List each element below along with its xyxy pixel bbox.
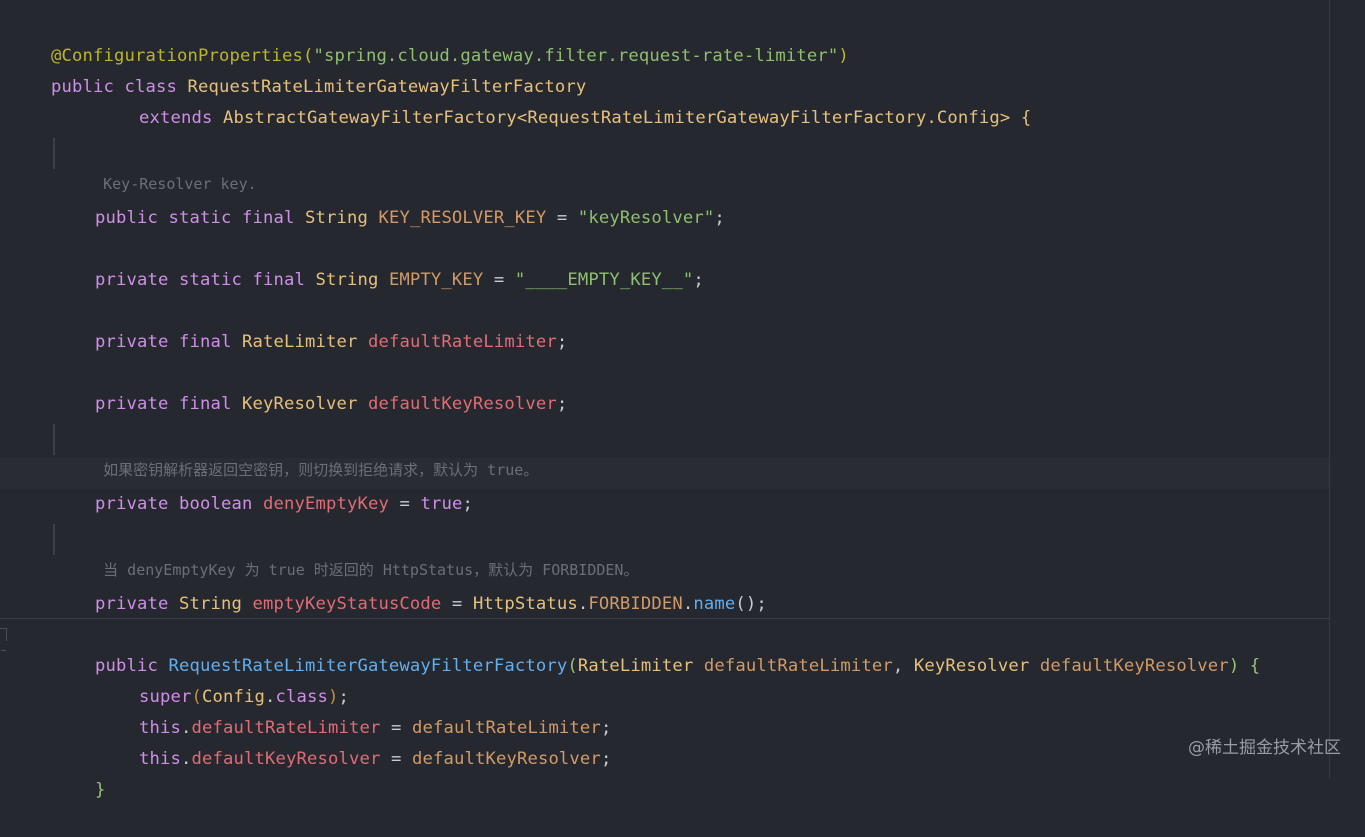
param-token: defaultRateLimiter [703,656,893,676]
semicolon-token: ; [756,594,767,614]
right-margin-guide [1329,0,1330,779]
operator-token: = [441,594,473,614]
field-token: defaultKeyResolver [367,394,557,414]
code-editor[interactable]: @ConfigurationProperties("spring.cloud.g… [0,0,1365,800]
type-token: String [178,594,253,614]
keyword-token: private final [95,332,242,352]
operator-token: = [483,270,515,290]
method-token: name [693,594,736,614]
code-line-constructor[interactable]: public RequestRateLimiterGatewayFilterFa… [53,620,1260,676]
code-line-class-decl[interactable]: public class RequestRateLimiterGatewayFi… [9,41,586,97]
keyword-token: private boolean [95,494,263,514]
code-line-assign-rate-limiter[interactable]: this.defaultRateLimiter = defaultRateLim… [97,682,611,738]
semicolon-token: ; [693,270,704,290]
code-line-annotation[interactable]: @ConfigurationProperties("spring.cloud.g… [9,10,849,66]
semicolon-token: ; [600,749,612,769]
operator-token: = [546,208,578,228]
constant-token: KEY_RESOLVER_KEY [378,208,547,228]
doc-comment-empty-key-status: 当 denyEmptyKey 为 true 时返回的 HttpStatus，默认… [53,524,638,579]
semicolon-token: ; [556,394,568,414]
type-token: String [315,270,389,290]
dot-token: . [577,594,589,614]
semicolon-token: ; [556,332,568,352]
field-token: defaultRateLimiter [367,332,557,352]
comma-token: , [892,656,914,676]
keyword-token: extends [139,108,223,128]
class-name-token: HttpStatus [472,594,578,614]
constant-token: EMPTY_KEY [388,270,484,290]
watermark-text: @稀土掘金技术社区 [1188,738,1341,758]
constant-token: FORBIDDEN [588,594,683,614]
literal-token: true [420,494,463,514]
paren-token: ) [1228,656,1240,676]
type-token: KeyResolver [241,394,368,414]
dot-token: . [682,594,694,614]
keyword-token: private final [95,394,242,414]
field-token: denyEmptyKey [262,494,389,514]
doc-comment-deny-empty-key: 如果密钥解析器返回空密钥，则切换到拒绝请求，默认为 true。 [53,424,538,479]
fold-marker-tick [1,650,6,651]
string-token: "keyResolver" [577,208,715,228]
brace-token: } [95,780,106,800]
paren-token: ) [838,46,849,66]
brace-token: { [1010,108,1032,128]
operator-token: = [388,494,421,514]
keyword-token: private static final [95,270,316,290]
semicolon-token: ; [462,494,473,514]
paren-token: () [735,594,757,614]
code-line-key-resolver-key[interactable]: public static final String KEY_RESOLVER_… [53,172,725,228]
code-line-default-rate-limiter[interactable]: private final RateLimiter defaultRateLim… [53,296,567,352]
type-token: KeyResolver [913,656,1040,676]
code-line-deny-empty-key[interactable]: private boolean denyEmptyKey = true; [53,458,473,514]
keyword-token: private [95,594,179,614]
string-token: "____EMPTY_KEY__" [514,270,694,290]
doc-text: 。 [523,461,539,479]
keyword-token: public static final [95,208,305,228]
code-line-closing-brace[interactable]: } [53,744,106,800]
dot-token: . [181,749,192,769]
doc-comment-key-resolver: Key-Resolver key. [53,138,257,193]
code-line-assign-key-resolver[interactable]: this.defaultKeyResolver = defaultKeyReso… [97,713,611,769]
code-line-default-key-resolver[interactable]: private final KeyResolver defaultKeyReso… [53,358,567,414]
field-token: emptyKeyStatusCode [252,594,442,614]
type-token: RateLimiter [241,332,368,352]
keyword-token: this [139,749,181,769]
code-line-empty-key-status-code[interactable]: private String emptyKeyStatusCode = Http… [53,558,767,614]
param-token: defaultKeyResolver [1039,656,1229,676]
code-line-extends[interactable]: extends AbstractGatewayFilterFactory<Req… [97,72,1031,128]
type-token: String [304,208,379,228]
code-line-empty-key[interactable]: private static final String EMPTY_KEY = … [53,234,704,290]
doc-code: true [478,461,524,479]
class-name-token: AbstractGatewayFilterFactory<RequestRate… [222,108,1011,128]
fold-marker-icon[interactable] [0,628,7,641]
paren-token: ( [567,656,578,676]
operator-token: = [380,749,412,769]
semicolon-token: ; [714,208,725,228]
code-line-super-call[interactable]: super(Config.class); [97,651,349,707]
type-token: RateLimiter [577,656,704,676]
field-token: defaultKeyResolver [191,749,381,769]
param-token: defaultKeyResolver [411,749,601,769]
brace-token: { [1239,656,1261,676]
